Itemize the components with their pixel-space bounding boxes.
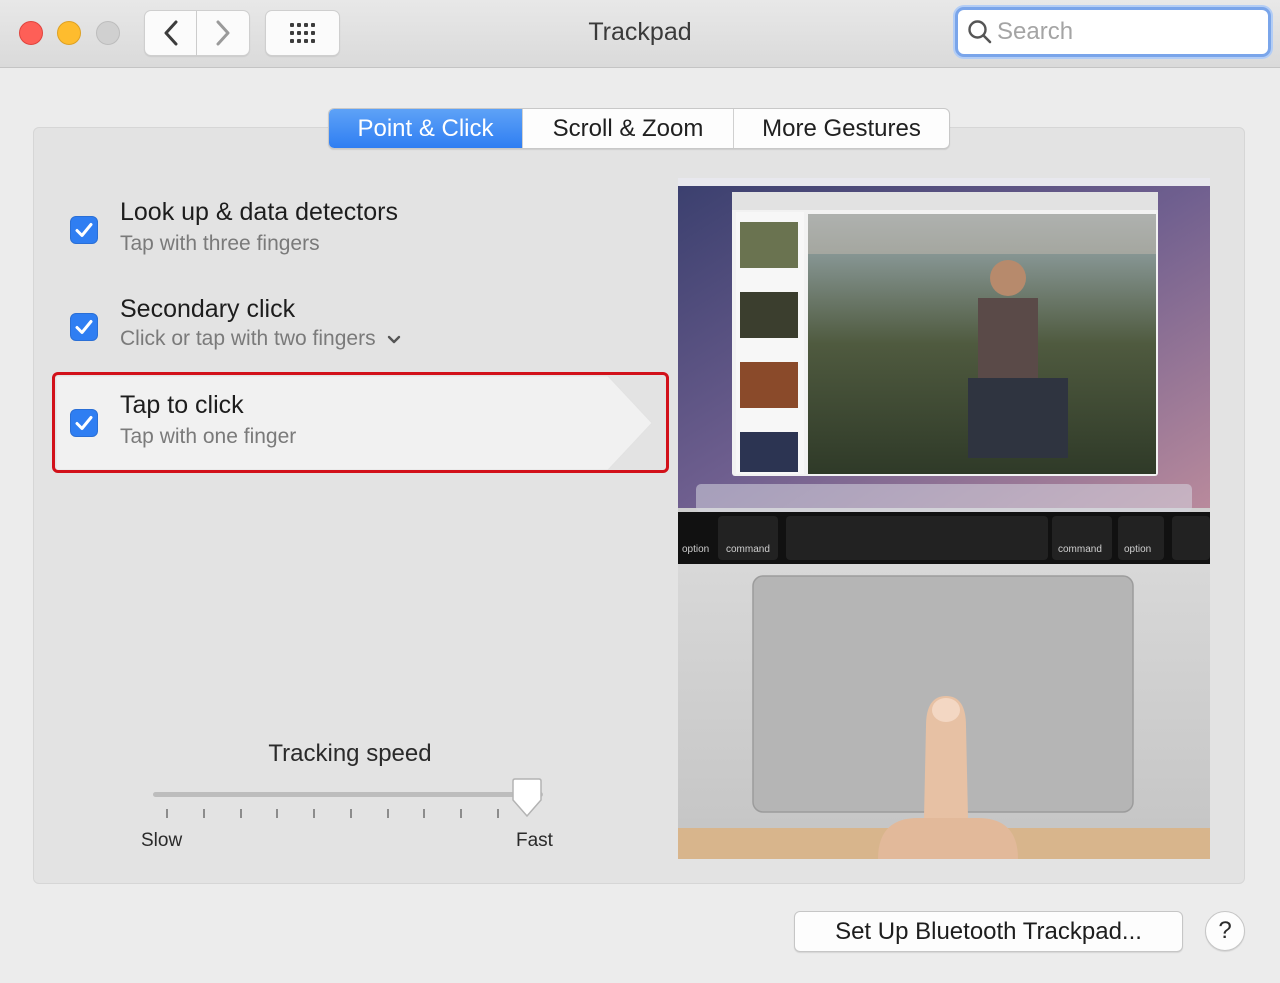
slider-tick <box>166 809 168 818</box>
gesture-preview-image: option command command option <box>678 178 1210 859</box>
tab-more-gestures[interactable]: More Gestures <box>733 109 949 148</box>
option-title: Look up & data detectors <box>120 198 398 226</box>
tab-bar: Point & Click Scroll & Zoom More Gesture… <box>328 108 950 149</box>
secondary-click-popup[interactable]: Click or tap with two fingers <box>120 327 402 351</box>
slider-tick <box>202 809 205 818</box>
key-right-option: option <box>1124 544 1151 555</box>
key-left-option: option <box>682 544 709 555</box>
show-all-button[interactable] <box>265 10 340 56</box>
slider-knob[interactable] <box>510 778 544 818</box>
forward-chevron-icon <box>216 20 230 46</box>
tab-scroll-and-zoom[interactable]: Scroll & Zoom <box>522 109 733 148</box>
search-input[interactable] <box>997 18 1257 46</box>
highlight-annotation <box>52 372 669 473</box>
grid-icon <box>289 23 315 43</box>
slider-tick <box>239 809 242 818</box>
close-window-button[interactable] <box>19 21 43 45</box>
back-chevron-icon <box>164 20 177 46</box>
slider-tick <box>423 809 426 818</box>
slider-tick <box>497 809 499 818</box>
key-left-command: command <box>726 544 770 555</box>
key-right-command: command <box>1058 544 1102 555</box>
option-title: Secondary click <box>120 295 296 323</box>
option-subtitle: Click or tap with two fingers <box>120 327 376 350</box>
forward-button[interactable] <box>197 10 250 56</box>
trackpad-illustration: option command command option <box>678 178 1210 859</box>
slider-tick <box>276 809 279 818</box>
checkmark-icon <box>75 320 93 334</box>
search-icon <box>968 20 992 44</box>
window-title: Trackpad <box>588 18 692 46</box>
slider-tick <box>313 809 316 818</box>
minimize-window-button[interactable] <box>57 21 81 45</box>
title-bar: Trackpad <box>0 0 1280 68</box>
zoom-window-button[interactable] <box>96 21 120 45</box>
setup-bluetooth-trackpad-button[interactable]: Set Up Bluetooth Trackpad... <box>794 911 1183 952</box>
fast-label: Fast <box>516 830 553 851</box>
checkmark-icon <box>75 223 93 237</box>
tracking-speed-slider[interactable] <box>153 792 543 797</box>
slider-tick <box>460 809 463 818</box>
slider-tick <box>386 809 389 818</box>
help-button[interactable]: ? <box>1205 911 1245 951</box>
slow-label: Slow <box>141 830 183 851</box>
tracking-speed-label: Tracking speed <box>268 740 432 767</box>
search-field[interactable] <box>955 7 1271 57</box>
option-subtitle: Tap with three fingers <box>120 232 320 255</box>
slider-tick <box>349 809 352 818</box>
back-button[interactable] <box>144 10 197 56</box>
chevron-down-icon <box>387 335 400 344</box>
secondary-click-checkbox[interactable] <box>70 313 98 341</box>
look-up-checkbox[interactable] <box>70 216 98 244</box>
tab-point-and-click[interactable]: Point & Click <box>329 109 522 148</box>
